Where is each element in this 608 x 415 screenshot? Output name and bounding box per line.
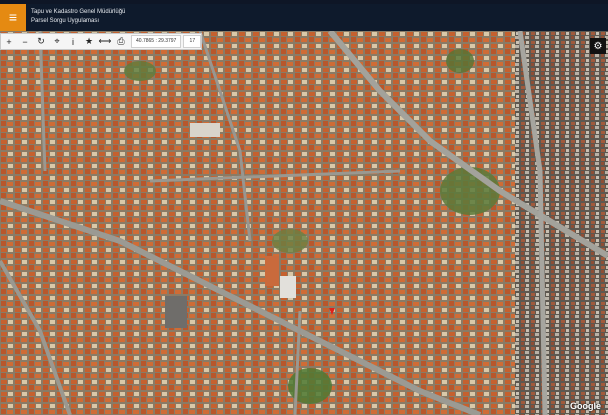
coordinates-display: 40.7865 : 29.3797 [131, 35, 182, 48]
app-header: ≡ Tapu ve Kadastro Genel Müdürlüğü Parse… [0, 4, 608, 31]
print-icon[interactable]: ⎙ [113, 34, 129, 49]
settings-gear-icon[interactable]: ⚙ [590, 38, 606, 54]
zoom-in-icon[interactable]: + [1, 34, 17, 49]
favorite-icon[interactable]: ★ [81, 34, 97, 49]
satellite-map[interactable] [0, 31, 608, 415]
hamburger-menu-button[interactable]: ≡ [0, 4, 26, 31]
locate-icon[interactable]: ⌖ [49, 34, 65, 49]
measure-icon[interactable]: ⟷ [97, 34, 113, 49]
map-imagery [0, 31, 608, 415]
location-marker-icon[interactable] [329, 308, 335, 315]
zoom-level-display: 17 [183, 35, 202, 48]
zoom-out-icon[interactable]: − [17, 34, 33, 49]
app-title: Tapu ve Kadastro Genel Müdürlüğü [31, 9, 126, 15]
google-attribution: Google [570, 401, 601, 411]
info-icon[interactable]: i [65, 34, 81, 49]
map-toolbar: + − ↻ ⌖ i ★ ⟷ ⎙ 40.7865 : 29.3797 17 [0, 33, 203, 50]
app-subtitle: Parsel Sorgu Uygulaması [31, 18, 100, 24]
refresh-icon[interactable]: ↻ [33, 34, 49, 49]
